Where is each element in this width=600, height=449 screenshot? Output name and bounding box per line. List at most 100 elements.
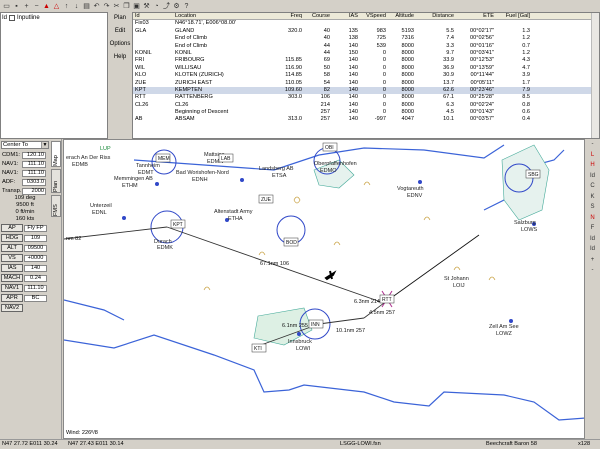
tools-icon[interactable]: ⚒ xyxy=(142,2,151,11)
radio-label: Transp.: xyxy=(2,188,24,194)
ap-value-field[interactable]: BC xyxy=(24,294,47,302)
cell-altitude: 8000 xyxy=(401,64,414,71)
header-vspeed[interactable]: VSpeed xyxy=(360,13,388,19)
ap-value-field[interactable]: 09500 xyxy=(24,244,47,252)
layer-id-button[interactable]: Id xyxy=(585,244,600,255)
header-fuel[interactable]: Fuel [Gal] xyxy=(496,13,532,19)
map-label: Memmingen AB xyxy=(114,176,153,182)
table-row[interactable]: End of Climb 40 138 725 7316 7.4 00°02'56" 1.2 xyxy=(133,35,599,42)
zoom-out-icon[interactable]: - xyxy=(585,139,600,150)
ap-button[interactable]: MACH xyxy=(1,274,23,283)
header-distance[interactable]: Distance xyxy=(416,13,456,19)
minus-icon[interactable]: − xyxy=(32,2,41,11)
copy-icon[interactable]: ❐ xyxy=(122,2,131,11)
layer-id-button[interactable]: Id xyxy=(585,171,600,182)
table-row[interactable]: WIL WILLISAU 116.90 50 140 0 8000 36.9 00°13'59"… xyxy=(133,65,599,72)
header-id[interactable]: Id xyxy=(133,13,173,19)
ap-value-field[interactable]: +0000 xyxy=(24,254,47,262)
center-to-select[interactable]: Center To ▼ xyxy=(1,141,49,149)
ap-value-field[interactable]: 140 xyxy=(24,264,47,272)
ap-button[interactable]: VS xyxy=(1,254,23,263)
waypoint-remove-icon[interactable]: △ xyxy=(52,2,61,11)
layer-k-button[interactable]: K xyxy=(585,192,600,203)
table-row[interactable]: KONIL KONIL 44 150 0 8000 9.7 00°03'41" 1.2 xyxy=(133,50,599,57)
undo-icon[interactable]: ↶ xyxy=(92,2,101,11)
plus-icon[interactable]: + xyxy=(22,2,31,11)
layer-h-button[interactable]: H xyxy=(585,160,600,171)
print-icon[interactable]: ▤ xyxy=(82,2,91,11)
tab-fms[interactable]: FMS xyxy=(51,195,61,217)
com1-freq-field[interactable]: 120.10 xyxy=(22,151,46,159)
layer-s-button[interactable]: S xyxy=(585,202,600,213)
table-row[interactable]: RTT RATTENBERG 303.0 106 140 0 8000 67.1 00°25'2… xyxy=(133,94,599,101)
ap-button[interactable]: AP xyxy=(1,224,23,233)
zoom-out-icon[interactable]: - xyxy=(585,265,600,276)
inputline-checkbox[interactable] xyxy=(9,14,16,21)
paste-icon[interactable]: ▣ xyxy=(132,2,141,11)
table-row[interactable]: FRI FRIBOURG 115.85 69 140 0 8000 33.9 00°12'53"… xyxy=(133,57,599,64)
cut-icon[interactable]: ✂ xyxy=(112,2,121,11)
menu-options[interactable]: Options xyxy=(108,38,132,51)
map-canvas[interactable]: LUP erach An Der Riss EDMB Mattsies EDMN… xyxy=(64,140,585,439)
down-icon[interactable]: ↓ xyxy=(72,2,81,11)
header-ias[interactable]: IAS xyxy=(332,13,360,19)
adf-freq-field[interactable]: 0303.0 xyxy=(22,178,46,186)
table-row[interactable]: AB ABSAM 313.0 257 140 -997 4047 10.1 00°03'57" 0… xyxy=(133,116,599,123)
table-row[interactable]: End of Climb 44 140 539 8000 3.3 00°01'16" 0.7 xyxy=(133,43,599,50)
menu-plan[interactable]: Plan xyxy=(108,12,132,25)
layer-f-button[interactable]: F xyxy=(585,223,600,234)
cell-location: FRIBOURG xyxy=(175,57,205,64)
ap-button[interactable]: HDG xyxy=(1,234,23,243)
up-icon[interactable]: ↑ xyxy=(62,2,71,11)
save-icon[interactable]: ▪ xyxy=(12,2,21,11)
header-ete[interactable]: ETE xyxy=(456,13,496,19)
ap-button[interactable]: IAS xyxy=(1,264,23,273)
header-course[interactable]: Course xyxy=(304,13,332,19)
table-row[interactable]: Beginning of Descent 257 140 0 8000 4.5 00°01'… xyxy=(133,109,599,116)
ap-value-field[interactable]: Fly FP xyxy=(24,224,47,232)
layer-n-button[interactable]: N xyxy=(585,213,600,224)
ap-value-field[interactable]: 109 xyxy=(24,234,47,242)
table-body: Fix03 N46°18.71', E006°08.00' GLA GLAND 320.… xyxy=(133,20,599,131)
table-row[interactable]: ZUE ZURICH EAST 110.05 54 140 0 8000 13.7 00°05'… xyxy=(133,80,599,87)
help-icon[interactable]: ? xyxy=(182,2,191,11)
cursor-position: N47 27.72 E011 30.24 xyxy=(2,441,58,447)
menu-edit[interactable]: Edit xyxy=(108,25,132,38)
settings-icon[interactable]: ⚙ xyxy=(172,2,181,11)
folder-icon[interactable]: ▭ xyxy=(2,2,11,11)
leg-label: 67.1nm 106 xyxy=(260,261,289,267)
ap-value-field[interactable]: 0.24 xyxy=(24,274,47,282)
nav1-standby-field[interactable]: 111.10 xyxy=(22,169,46,177)
table-scrollbar[interactable] xyxy=(591,13,599,138)
table-row[interactable]: KPT KEMPTEN 109.60 82 140 0 8000 62.6 00°23'46" 7… xyxy=(133,86,599,95)
table-row[interactable]: GLA GLAND 320.0 40 135 983 5193 5.5 00°02'17" 1.3 xyxy=(133,28,599,35)
layer-id-button[interactable]: Id xyxy=(585,234,600,245)
table-row[interactable]: CL26 CL26 214 140 0 8000 6.3 00°02'24" 0.8 xyxy=(133,102,599,109)
header-freq[interactable]: Freq xyxy=(276,13,304,19)
route-icon[interactable]: ⤴ xyxy=(162,2,171,11)
header-location[interactable]: Location xyxy=(173,13,276,19)
table-row[interactable]: KLO KLOTEN (ZURICH) 114.85 58 140 0 8000 30.9 00… xyxy=(133,72,599,79)
ap-button[interactable]: NAV2 xyxy=(1,304,23,313)
ap-button[interactable]: ALT xyxy=(1,244,23,253)
ap-button[interactable]: NAV1 xyxy=(1,284,23,293)
waypoint-add-icon[interactable]: ▲ xyxy=(42,2,51,11)
header-altitude[interactable]: Altitude xyxy=(388,13,416,19)
table-row[interactable]: Fix03 N46°18.71', E006°08.00' xyxy=(133,20,599,27)
layer-l-button[interactable]: L xyxy=(585,150,600,161)
transponder-field[interactable]: 2000 xyxy=(22,187,46,195)
nav1-freq-field[interactable]: 111.10 xyxy=(22,160,46,168)
tab-plan[interactable]: Plan xyxy=(51,169,61,193)
table-row[interactable] xyxy=(133,124,599,131)
terrain-mark xyxy=(453,266,461,271)
map-view[interactable]: LUP erach An Der Riss EDMB Mattsies EDMN… xyxy=(63,139,585,439)
menu-help[interactable]: Help xyxy=(108,51,132,64)
gauge-icon[interactable]: ◔ xyxy=(152,2,161,11)
zoom-in-icon[interactable]: + xyxy=(585,255,600,266)
tab-map[interactable]: Map xyxy=(51,141,61,167)
ap-button[interactable]: APR xyxy=(1,294,23,303)
layer-c-button[interactable]: C xyxy=(585,181,600,192)
autopilot-row: APR BC xyxy=(0,293,50,303)
redo-icon[interactable]: ↷ xyxy=(102,2,111,11)
ap-value-field[interactable]: 111.10 xyxy=(24,284,47,292)
